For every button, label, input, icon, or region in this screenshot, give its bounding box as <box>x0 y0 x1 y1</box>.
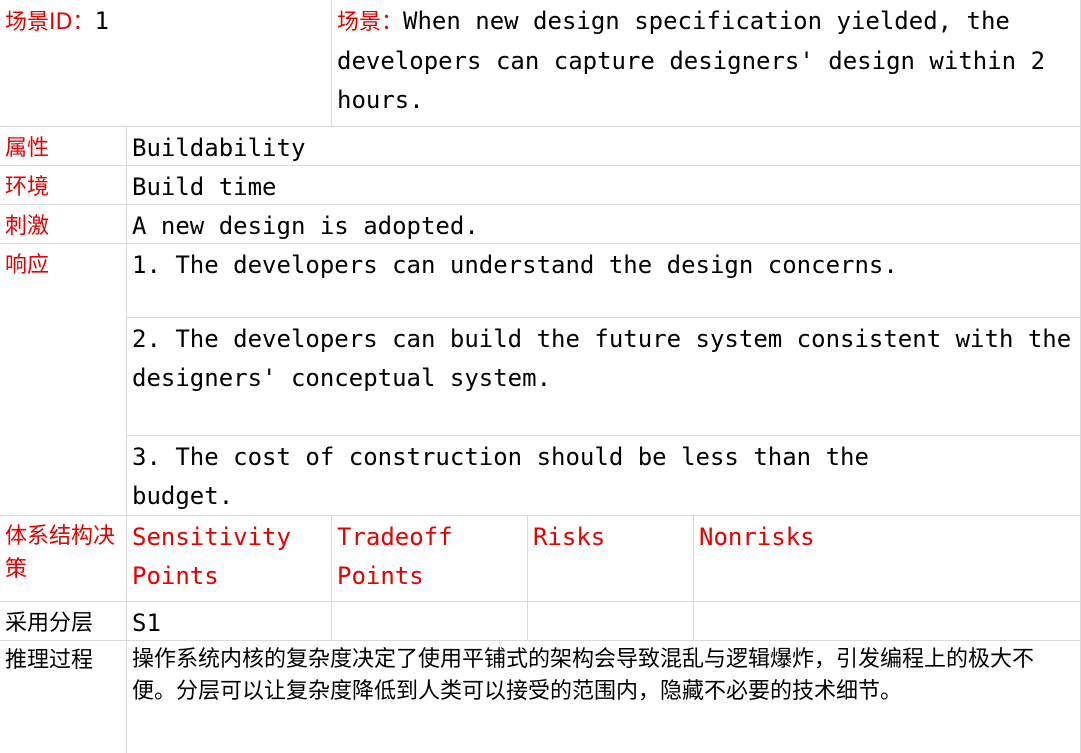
response-item-2-cell[interactable]: 2. The developers can build the future s… <box>127 318 1081 436</box>
environment-label-cell[interactable]: 环境 <box>0 166 127 205</box>
attribute-value: Buildability <box>132 134 306 162</box>
reasoning-label: 推理过程 <box>5 648 94 673</box>
tradeoff-points-header: Tradeoff Points <box>337 523 453 590</box>
scenario-cell[interactable]: 场景：When new design specification yielded… <box>332 0 1081 127</box>
response-item-1-cell[interactable]: 1. The developers can understand the des… <box>127 244 1081 318</box>
response-item: 2. The developers can build the future s… <box>132 325 1072 392</box>
layer-value-cell[interactable]: S1 <box>127 602 332 641</box>
architecture-label-cell[interactable]: 体系结构决策 <box>0 516 127 602</box>
reasoning-label-cell[interactable]: 推理过程 <box>0 641 127 753</box>
tradeoff-header-cell[interactable]: Tradeoff Points <box>332 516 528 602</box>
sensitivity-points-header: Sensitivity Points <box>132 523 291 590</box>
layer-tradeoff-cell[interactable] <box>332 602 528 641</box>
response-label-cell[interactable]: 响应 <box>0 244 127 516</box>
stimulus-label-cell[interactable]: 刺激 <box>0 205 127 244</box>
response-label: 响应 <box>5 253 50 278</box>
risks-header-cell[interactable]: Risks <box>528 516 694 602</box>
scenario-id-cell[interactable]: 场景ID：1 <box>0 0 332 127</box>
attribute-label-cell[interactable]: 属性 <box>0 127 127 166</box>
attribute-label: 属性 <box>5 136 50 161</box>
scenario-id-label: 场景ID： <box>5 10 95 35</box>
reasoning-text-cell[interactable]: 操作系统内核的复杂度决定了使用平铺式的架构会导致混乱与逻辑爆炸，引发编程上的极大… <box>127 641 1081 753</box>
risks-header: Risks <box>533 523 606 551</box>
architecture-label: 体系结构决策 <box>5 524 116 582</box>
sensitivity-header-cell[interactable]: Sensitivity Points <box>127 516 332 602</box>
environment-value-cell[interactable]: Build time <box>127 166 1081 205</box>
stimulus-label: 刺激 <box>5 214 50 239</box>
scenario-id-value: 1 <box>94 7 109 35</box>
scenario-label: 场景： <box>337 10 404 35</box>
response-item-3-cell[interactable]: 3. The cost of construction should be le… <box>127 436 1081 516</box>
response-item: 3. The cost of construction should be le… <box>132 443 869 510</box>
response-item: 1. The developers can understand the des… <box>132 251 898 279</box>
nonrisks-header: Nonrisks <box>699 523 815 551</box>
layer-label: 采用分层 <box>5 611 94 636</box>
environment-label: 环境 <box>5 175 50 200</box>
stimulus-value: A new design is adopted. <box>132 212 479 240</box>
reasoning-text: 操作系统内核的复杂度决定了使用平铺式的架构会导致混乱与逻辑爆炸，引发编程上的极大… <box>132 647 1035 704</box>
scenario-text: When new design specification yielded, t… <box>337 7 1046 114</box>
layer-value: S1 <box>132 609 161 637</box>
scenario-table: 场景ID：1 场景：When new design specification … <box>0 0 1081 753</box>
stimulus-value-cell[interactable]: A new design is adopted. <box>127 205 1081 244</box>
environment-value: Build time <box>132 173 277 201</box>
layer-nonrisks-cell[interactable] <box>694 602 1081 641</box>
layer-risks-cell[interactable] <box>528 602 694 641</box>
layer-label-cell[interactable]: 采用分层 <box>0 602 127 641</box>
attribute-value-cell[interactable]: Buildability <box>127 127 1081 166</box>
nonrisks-header-cell[interactable]: Nonrisks <box>694 516 1081 602</box>
